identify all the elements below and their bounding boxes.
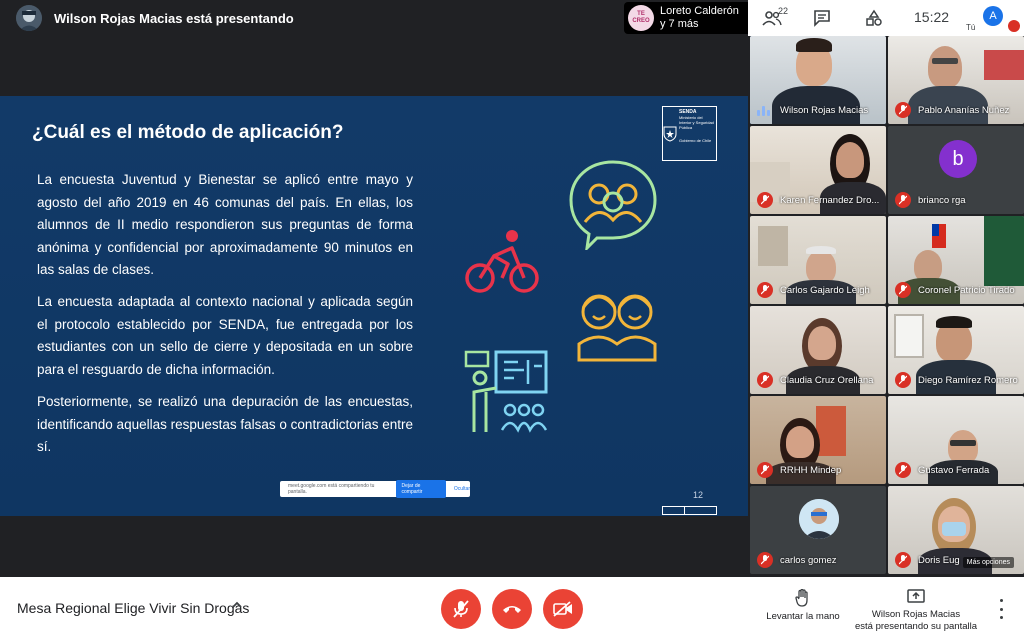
mic-off-icon [757,192,773,208]
raise-hand-button[interactable]: Levantar la mano [762,588,844,623]
participants-count: 22 [778,6,789,16]
participant-tile[interactable]: b brianco rga [888,126,1024,214]
camera-off-icon [553,601,572,617]
pinned-thumbnail: TE CREO [628,5,654,31]
participant-name: Carlos Gajardo Leigh [780,285,870,296]
participant-name: Diego Ramírez Romero [918,375,1018,386]
slide-paragraph-1: La encuesta Juventud y Bienestar se apli… [37,172,413,277]
participant-tile[interactable]: Karen Fernandez Dro... [750,126,886,214]
slide-paragraph-3: Posteriormente, se realizó una depuració… [37,394,413,454]
hand-icon [795,588,808,607]
self-muted-icon [1008,20,1020,32]
hang-up-icon [503,606,521,613]
mic-off-icon [757,462,773,478]
group-chat-icon [569,160,657,250]
participant-tile[interactable]: Gustavo Ferrada [888,396,1024,484]
mic-off-icon [895,462,911,478]
presenting-status: está presentando su pantalla [854,621,977,632]
chevron-up-icon[interactable] [231,599,243,611]
participant-tile[interactable]: Claudia Cruz Orellana [750,306,886,394]
share-notice-text: meet.google.com está compartiendo tu pan… [288,483,375,495]
participant-name: Karen Fernandez Dro... [780,195,880,206]
mic-off-icon [895,282,911,298]
bottom-bar: Mesa Regional Elige Vivir Sin Drogas Lev… [0,577,1024,640]
mic-off-icon [757,372,773,388]
pinned-participant[interactable]: TE CREO Loreto Calderón y 7 más [624,2,748,34]
participant-tile[interactable]: Pablo Ananías Nuñez [888,36,1024,124]
participant-tile[interactable]: Diego Ramírez Romero [888,306,1024,394]
presenter-status: Wilson Rojas Macias está presentando [54,10,294,26]
participant-name: Pablo Ananías Nuñez [918,105,1010,116]
bicycle-icon [465,230,539,293]
more-options-button[interactable]: Más opciones [962,557,1014,568]
teacher-presentation-icon [464,350,548,433]
mic-off-icon [757,552,773,568]
participant-name: brianco rga [918,195,966,206]
self-avatar[interactable]: A [983,6,1003,26]
participant-name: RRHH Mindep [780,465,842,476]
pinned-label: Loreto Calderón y 7 más [660,5,739,31]
government-seal: SENDA Ministerio del Interior y Segurida… [662,106,717,161]
slide-page-number: 12 [693,490,704,500]
pinned-name: Loreto Calderón [660,5,739,17]
participant-initial-avatar: b [939,140,977,178]
mic-off-icon [895,102,911,118]
slide-paragraph-2: La encuesta adaptada al contexto naciona… [37,294,413,377]
mic-off-icon [895,552,911,568]
slide-progress-box [662,506,717,515]
mic-toggle-button[interactable] [441,589,481,629]
shield-icon [663,107,677,160]
students-icon [577,294,657,362]
meeting-name[interactable]: Mesa Regional Elige Vivir Sin Drogas [17,600,249,616]
present-screen-icon [907,589,925,603]
hide-notice-button[interactable]: Ocultar [454,486,470,492]
seal-government: Gobierno de Chile [679,138,712,143]
presenter-avatar [16,5,42,31]
mic-off-icon [757,282,773,298]
slide-title: ¿Cuál es el método de aplicación? [32,122,344,143]
mic-off-icon [453,600,469,618]
participant-tile[interactable]: Carlos Gajardo Leigh [750,216,886,304]
shared-slide: ¿Cuál es el método de aplicación? La enc… [0,96,748,516]
participant-grid: Wilson Rojas Macias Pablo Ananías Nuñez … [748,36,1024,577]
camera-toggle-button[interactable] [543,589,583,629]
participant-name: Claudia Cruz Orellana [780,375,874,386]
participant-name: Coronel Patricio Tirado [918,285,1015,296]
participant-name: carlos gomez [780,555,837,566]
presenting-name: Wilson Rojas Macias [871,609,961,620]
participant-name: Wilson Rojas Macias [780,105,869,116]
raise-hand-label: Levantar la mano [766,611,840,622]
mic-off-icon [895,192,911,208]
leave-call-button[interactable] [492,589,532,629]
participant-name: Gustavo Ferrada [918,465,990,476]
mic-off-icon [895,372,911,388]
self-label: Tú [966,23,976,32]
speaking-indicator-icon [757,104,771,116]
participant-name: Doris Eug [918,555,960,566]
clock: 15:22 [914,9,950,25]
stop-sharing-button[interactable]: Dejar de compartir [395,480,446,498]
seal-ministry: Ministerio del Interior y Seguridad Públ… [679,115,714,130]
participant-tile[interactable]: carlos gomez [750,486,886,574]
more-options-icon[interactable] [998,599,1004,619]
participant-tile[interactable]: Coronel Patricio Tirado [888,216,1024,304]
screen-share-notice: meet.google.com está compartiendo tu pan… [280,480,470,498]
pinned-more: y 7 más [660,18,699,30]
meet-app: Wilson Rojas Macias está presentando TE … [0,0,1024,640]
activities-icon[interactable] [864,8,884,28]
participant-tile[interactable]: Wilson Rojas Macias [750,36,886,124]
chat-icon[interactable] [812,8,832,28]
participant-tile[interactable]: RRHH Mindep [750,396,886,484]
participant-photo-avatar [799,499,839,539]
participant-tile[interactable]: Doris Eug Más opciones [888,486,1024,574]
presenting-button[interactable]: Wilson Rojas Macias está presentando su … [852,589,980,633]
